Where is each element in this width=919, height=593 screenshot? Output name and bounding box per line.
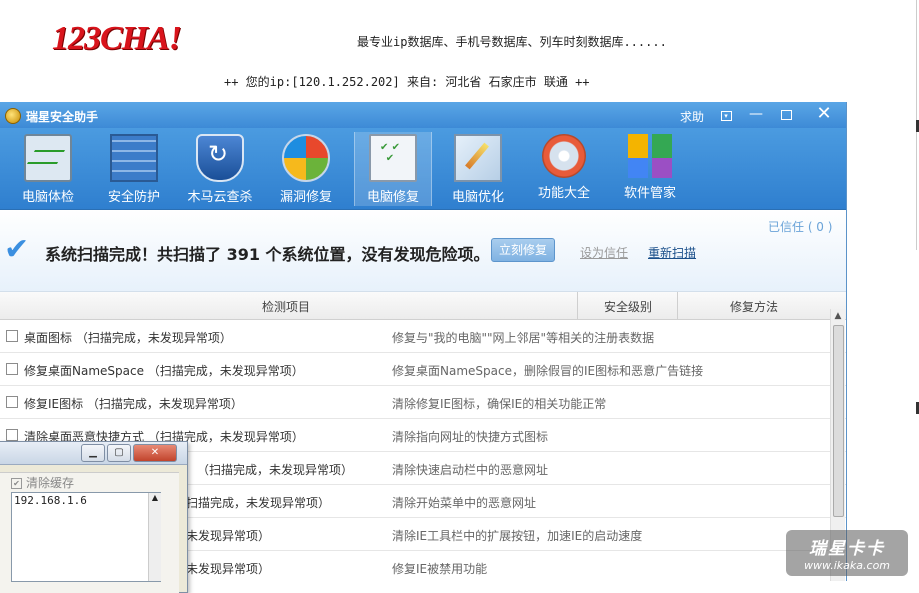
table-row[interactable]: 修复IE图标 （扫描完成，未发现异常项） 清除修复IE图标，确保IE的相关功能正… [0,386,846,419]
tool-label: 软件管家 [623,186,676,201]
table-row[interactable]: 修复桌面NameSpace （扫描完成，未发现异常项） 修复桌面NameSpac… [0,353,846,386]
clipboard-check-icon [369,134,417,182]
dialog-close-button[interactable]: ✕ [133,444,177,462]
row-item-name: 未发现异常项） [186,529,271,543]
tool-pc-optimize[interactable]: 电脑优化 [440,132,516,206]
watermark: 瑞星卡卡 www.ikaka.com [786,530,908,576]
ip-info-line: ++ 您的ip:[120.1.252.202] 来自: 河北省 石家庄市 联通 … [224,75,590,89]
row-checkbox[interactable] [6,363,18,375]
row-fix-method: 清除开始菜单中的恶意网址 [392,496,537,510]
maximize-icon: ▢ [114,447,124,458]
row-fix-method: 清除修复IE图标，确保IE的相关功能正常 [392,397,607,411]
fix-now-button[interactable]: 立刻修复 [491,238,555,262]
tool-all-features[interactable]: 功能大全 [526,132,602,206]
maximize-button[interactable] [773,104,799,126]
column-header-item[interactable]: 检测项目 [262,298,310,315]
row-item-name: 未发现异常项） [186,562,271,576]
windows-icon [282,134,330,182]
column-header-method[interactable]: 修复方法 [730,298,778,315]
row-fix-method: 清除快速启动栏中的恶意网址 [392,463,549,477]
software-boxes-icon [628,134,672,178]
tool-label: 电脑优化 [451,190,504,205]
row-item-name: 修复IE图标 （扫描完成，未发现异常项） [24,397,243,411]
menu-button[interactable]: ▾ [713,104,739,126]
close-icon: ✕ [150,447,160,458]
rescan-link[interactable]: 重新扫描 [648,244,696,261]
row-checkbox[interactable] [6,396,18,408]
row-fix-method: 清除指向网址的快捷方式图标 [392,430,549,444]
row-checkbox[interactable] [6,330,18,342]
row-fix-method: 修复IE被禁用功能 [392,562,488,576]
dialog-maximize-button[interactable]: ▢ [107,444,131,462]
clear-cache-checkbox[interactable]: ✔ 清除缓存 [11,474,74,491]
tool-trojan-cloud-scan[interactable]: 木马云查杀 [182,132,258,206]
column-divider [677,292,678,319]
column-header-level[interactable]: 安全级别 [604,298,652,315]
column-divider [577,292,578,319]
title-bar[interactable]: 瑞星安全助手 求助 ▾ — ✕ [0,102,846,128]
row-fix-method: 修复桌面NameSpace，删除假冒的IE图标和恶意广告链接 [392,364,704,378]
trusted-count-link[interactable]: 已信任 ( 0 ) [768,218,832,235]
watermark-url: www.ikaka.com [803,559,891,572]
small-dialog-window: ▁ ▢ ✕ ✔ 清除缓存 192.168.1.6 ▲ [0,441,188,593]
scan-result-message: 系统扫描完成！共扫描了 391 个系统位置，没有发现危险项。 [45,245,490,264]
set-trusted-link[interactable]: 设为信任 [580,244,628,261]
tool-label: 电脑修复 [366,190,419,205]
tool-label: 功能大全 [537,186,590,201]
tool-label: 木马云查杀 [187,190,253,205]
row-item-name: （扫描完成，未发现异常项） [197,463,354,477]
row-item-name: 扫描完成，未发现异常项） [186,496,331,510]
textarea-scrollbar[interactable]: ▲ [148,493,161,581]
close-button[interactable]: ✕ [811,104,837,126]
menu-icon: ▾ [720,111,732,121]
minimize-icon: ▁ [89,447,97,458]
tool-label: 漏洞修复 [279,190,332,205]
row-fix-method: 修复与"我的电脑""网上邻居"等相关的注册表数据 [392,331,655,345]
firewall-icon [110,134,158,182]
dialog-title-bar[interactable]: ▁ ▢ ✕ [0,442,187,465]
row-item-name: 修复桌面NameSpace （扫描完成，未发现异常项） [24,364,304,378]
scan-status-panel: ✔ 系统扫描完成！共扫描了 391 个系统位置，没有发现危险项。 立刻修复 设为… [0,210,846,292]
close-icon: ✕ [816,103,832,124]
tool-pc-checkup[interactable]: 电脑体检 [10,132,86,206]
scroll-up-icon[interactable]: ▲ [152,493,158,502]
tool-pc-repair[interactable]: 电脑修复 [354,132,432,206]
row-checkbox[interactable] [6,429,18,441]
checkbox-checked-icon: ✔ [11,478,22,489]
site-slogan: 最专业ip数据库、手机号数据库、列车时刻数据库...... [357,35,667,49]
maximize-icon [780,110,792,120]
help-link[interactable]: 求助 [680,108,704,125]
checkmark-icon: ✔ [4,232,30,267]
app-logo-icon [5,108,21,124]
main-toolbar: 电脑体检 安全防护 木马云查杀 漏洞修复 电脑修复 电脑优化 功能大全 软件管 [0,128,846,210]
tool-label: 电脑体检 [21,190,74,205]
table-row[interactable]: 桌面图标 （扫描完成，未发现异常项） 修复与"我的电脑""网上邻居"等相关的注册… [0,320,846,353]
optimize-icon [454,134,502,182]
row-item-name: 桌面图标 （扫描完成，未发现异常项） [24,331,232,345]
tool-vulnerability-fix[interactable]: 漏洞修复 [268,132,344,206]
watermark-brand: 瑞星卡卡 [809,539,885,559]
disc-icon [542,134,586,178]
results-table-header: 检测项目 安全级别 修复方法 [0,292,846,320]
ip-textarea[interactable]: 192.168.1.6 [11,492,161,582]
scroll-up-icon[interactable]: ▲ [831,309,845,323]
site-logo[interactable]: 123CHA! [52,20,182,58]
monitor-icon [24,134,72,182]
clear-cache-label: 清除缓存 [26,476,75,490]
tool-software-manager[interactable]: 软件管家 [612,132,688,206]
dialog-minimize-button[interactable]: ▁ [81,444,105,462]
minimize-button[interactable]: — [743,104,769,126]
window-title: 瑞星安全助手 [26,110,99,124]
tool-security-protection[interactable]: 安全防护 [96,132,172,206]
shield-icon [196,134,244,182]
minimize-icon: — [749,106,763,122]
tool-label: 安全防护 [107,190,160,205]
scrollbar-thumb[interactable] [833,325,844,517]
row-fix-method: 清除IE工具栏中的扩展按钮，加速IE的启动速度 [392,529,643,543]
